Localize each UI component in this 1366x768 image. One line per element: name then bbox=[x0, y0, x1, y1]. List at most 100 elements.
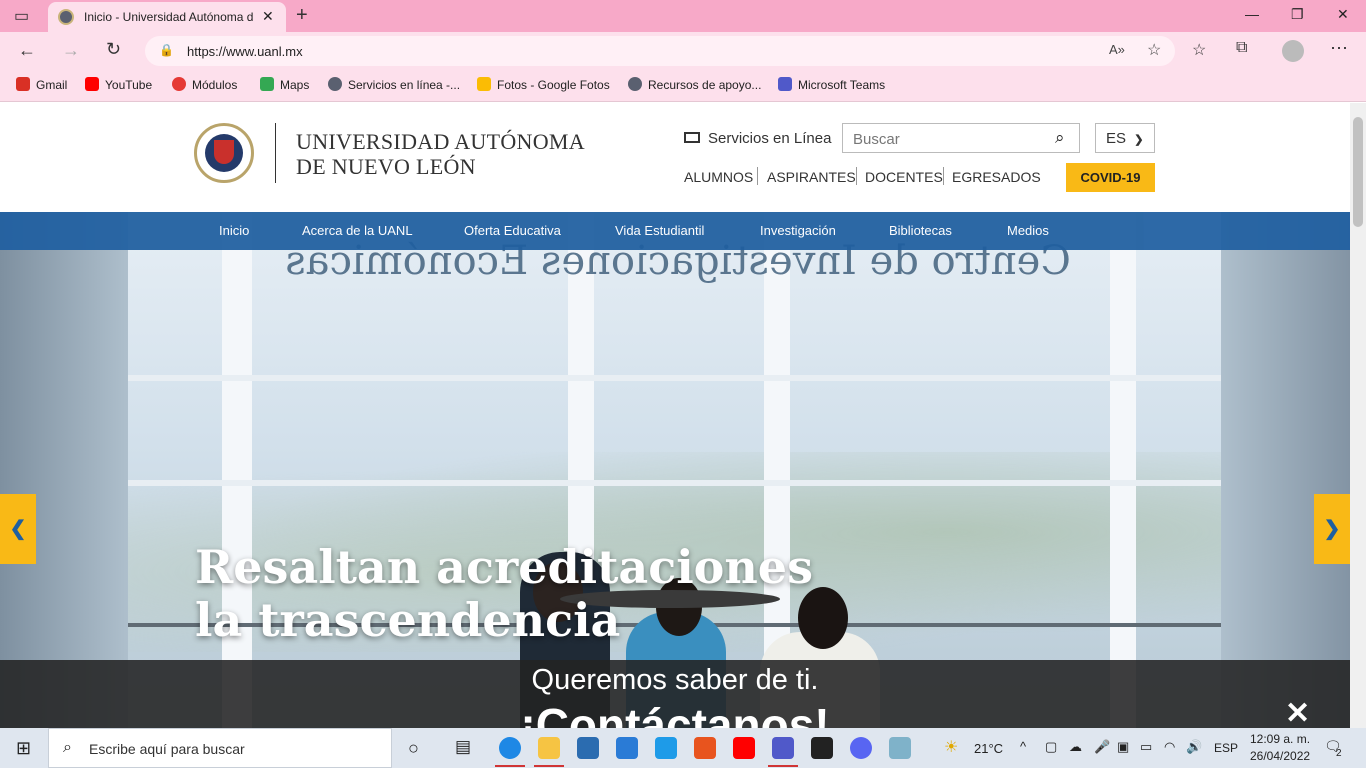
back-icon[interactable]: ← bbox=[18, 40, 36, 61]
bookmark-label: YouTube bbox=[105, 78, 153, 92]
display-icon[interactable]: ▣ bbox=[1117, 739, 1129, 755]
onedrive-icon[interactable]: ☁ bbox=[1069, 739, 1082, 755]
bookmark-fotos[interactable]: Fotos - Google Fotos bbox=[477, 77, 610, 92]
servicios-label: Servicios en Línea bbox=[708, 130, 832, 147]
taskbar-search[interactable]: ⌕ Escribe aquí para buscar bbox=[48, 728, 392, 768]
more-icon[interactable]: ⋯ bbox=[1330, 38, 1348, 59]
search-icon[interactable]: ⌕ bbox=[1055, 128, 1065, 148]
clock-time[interactable]: 12:09 a. m. bbox=[1250, 732, 1310, 746]
tab-close-icon[interactable]: ✕ bbox=[262, 8, 274, 25]
bookmark-youtube[interactable]: YouTube bbox=[85, 77, 152, 92]
forward-icon[interactable]: → bbox=[62, 40, 80, 61]
office-icon[interactable] bbox=[694, 737, 716, 759]
active-indicator bbox=[495, 765, 525, 767]
bookmark-gmail[interactable]: Gmail bbox=[16, 77, 67, 92]
bookmark-servicios[interactable]: Servicios en línea -... bbox=[328, 77, 460, 92]
gmail-icon bbox=[16, 77, 30, 91]
web-page: UNIVERSIDAD AUTÓNOMA DE NUEVO LEÓN Servi… bbox=[0, 103, 1350, 728]
separator bbox=[856, 167, 857, 185]
hero-right-wall bbox=[1221, 212, 1350, 728]
hero-headline[interactable]: Resaltan acreditaciones la trascendencia bbox=[195, 541, 835, 647]
nav-medios[interactable]: Medios bbox=[1007, 223, 1049, 238]
clock-date[interactable]: 26/04/2022 bbox=[1250, 749, 1310, 763]
window-close-icon[interactable]: ✕ bbox=[1337, 6, 1349, 23]
nav-vida[interactable]: Vida Estudiantil bbox=[615, 223, 704, 238]
show-hidden-icons-icon[interactable]: ^ bbox=[1020, 739, 1026, 754]
notes-app-icon[interactable] bbox=[889, 737, 911, 759]
close-icon[interactable]: ✕ bbox=[1285, 696, 1310, 728]
nav-egresados[interactable]: EGRESADOS bbox=[952, 169, 1041, 185]
nav-docentes[interactable]: DOCENTES bbox=[865, 169, 943, 185]
covid-button[interactable]: COVID-19 bbox=[1066, 163, 1155, 192]
terminal-icon[interactable] bbox=[811, 737, 833, 759]
nav-bibliotecas[interactable]: Bibliotecas bbox=[889, 223, 952, 238]
browser-tab[interactable]: Inicio - Universidad Autónoma d ✕ bbox=[48, 2, 286, 32]
favorites-icon[interactable]: ☆ bbox=[1192, 40, 1206, 60]
nav-alumnos[interactable]: ALUMNOS bbox=[684, 169, 753, 185]
slider-next-button[interactable]: ❯ bbox=[1314, 494, 1350, 564]
refresh-icon[interactable]: ↻ bbox=[106, 39, 121, 60]
chevron-left-icon: ❮ bbox=[9, 518, 27, 540]
weather-temp[interactable]: 21°C bbox=[974, 741, 1003, 756]
profile-avatar[interactable] bbox=[1282, 40, 1304, 62]
widgets-icon[interactable]: ▤ bbox=[455, 737, 471, 757]
lock-icon: 🔒 bbox=[159, 43, 174, 57]
new-tab-icon[interactable]: + bbox=[296, 4, 308, 27]
wifi-icon[interactable]: ◠ bbox=[1164, 739, 1175, 755]
input-language[interactable]: ESP bbox=[1214, 741, 1238, 755]
microphone-icon[interactable]: 🎤 bbox=[1094, 739, 1110, 755]
restore-icon[interactable]: ❐ bbox=[1291, 6, 1304, 23]
store-icon[interactable] bbox=[577, 737, 599, 759]
nav-acerca[interactable]: Acerca de la UANL bbox=[302, 223, 413, 238]
teams-app-icon[interactable] bbox=[772, 737, 794, 759]
bookmark-maps[interactable]: Maps bbox=[260, 77, 309, 92]
bookmark-recursos[interactable]: Recursos de apoyo... bbox=[628, 77, 761, 92]
task-view-icon[interactable]: ○ bbox=[408, 738, 419, 759]
read-aloud-icon[interactable]: A» bbox=[1109, 42, 1125, 57]
file-explorer-icon[interactable] bbox=[538, 737, 560, 759]
hero-slider: Centro de Investigaciones Económicas bbox=[0, 212, 1350, 728]
chevron-right-icon: ❯ bbox=[1323, 518, 1341, 540]
bookmark-label: Servicios en línea -... bbox=[348, 78, 461, 92]
youtube-app-icon[interactable] bbox=[733, 737, 755, 759]
bookmark-modulos[interactable]: Módulos bbox=[172, 77, 237, 92]
page-scrollbar[interactable] bbox=[1350, 103, 1366, 728]
contact-banner[interactable]: Queremos saber de ti. ¡Contáctanos! ✕ bbox=[0, 660, 1350, 728]
weather-icon[interactable]: ☀ bbox=[944, 737, 958, 757]
slider-prev-button[interactable]: ❮ bbox=[0, 494, 36, 564]
active-indicator bbox=[534, 765, 564, 767]
nav-inicio[interactable]: Inicio bbox=[219, 223, 249, 238]
language-select[interactable]: ES ❯ bbox=[1095, 123, 1155, 153]
nav-oferta[interactable]: Oferta Educativa bbox=[464, 223, 561, 238]
collections-icon[interactable]: ⧉ bbox=[1236, 39, 1247, 57]
start-icon[interactable]: ⊞ bbox=[16, 738, 31, 759]
logo-shield bbox=[214, 140, 234, 164]
search-input[interactable] bbox=[853, 129, 1043, 149]
uanl-icon bbox=[628, 77, 642, 91]
edge-icon[interactable] bbox=[499, 737, 521, 759]
browser-toolbar: ← → ↻ 🔒 https://www.uanl.mx A» ☆ ☆ ⧉ ⋯ bbox=[0, 32, 1366, 70]
nav-investigacion[interactable]: Investigación bbox=[760, 223, 836, 238]
battery-icon[interactable]: ▭ bbox=[1140, 739, 1152, 755]
volume-icon[interactable]: 🔊 bbox=[1186, 739, 1202, 755]
bookmark-label: Fotos - Google Fotos bbox=[497, 78, 610, 92]
separator bbox=[757, 167, 758, 185]
uanl-logo[interactable] bbox=[194, 123, 254, 183]
scrollbar-thumb[interactable] bbox=[1353, 117, 1363, 227]
browser-tab-bar: ▭ Inicio - Universidad Autónoma d ✕ + — … bbox=[0, 0, 1366, 32]
mail-icon[interactable] bbox=[616, 737, 638, 759]
bookmark-label: Microsoft Teams bbox=[798, 78, 886, 92]
notification-count: 2 bbox=[1336, 748, 1342, 759]
hero-left-wall bbox=[0, 212, 128, 728]
address-bar[interactable]: 🔒 https://www.uanl.mx A» ☆ bbox=[145, 36, 1175, 66]
university-name[interactable]: UNIVERSIDAD AUTÓNOMA DE NUEVO LEÓN bbox=[296, 129, 585, 179]
minimize-icon[interactable]: — bbox=[1245, 6, 1259, 22]
learning-app-icon[interactable] bbox=[655, 737, 677, 759]
discord-icon[interactable] bbox=[850, 737, 872, 759]
nav-aspirantes[interactable]: ASPIRANTES bbox=[767, 169, 856, 185]
servicios-en-linea-link[interactable]: Servicios en Línea bbox=[684, 130, 831, 147]
add-favorite-icon[interactable]: ☆ bbox=[1147, 40, 1161, 60]
tab-actions-icon[interactable]: ▭ bbox=[14, 6, 29, 26]
bookmark-teams[interactable]: Microsoft Teams bbox=[778, 77, 885, 92]
device-icon[interactable]: ▢ bbox=[1045, 739, 1057, 755]
